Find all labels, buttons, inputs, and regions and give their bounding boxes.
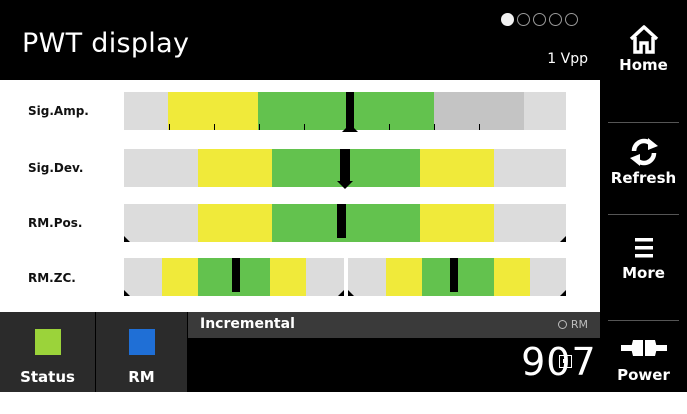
status-indicator bbox=[34, 329, 61, 355]
zone-yellow bbox=[168, 92, 258, 130]
rm-status: RM bbox=[557, 318, 588, 331]
scale-tick bbox=[389, 124, 390, 130]
zone-yellow bbox=[386, 258, 422, 296]
zone-gray bbox=[124, 204, 198, 242]
scale-tick bbox=[479, 124, 480, 130]
page-dot-3[interactable] bbox=[533, 13, 546, 26]
cursor-marker-icon bbox=[337, 181, 353, 189]
zone-green bbox=[458, 258, 494, 296]
zone-green bbox=[352, 92, 434, 130]
rm-pos-gauge bbox=[124, 204, 566, 242]
sig-dev-gauge bbox=[124, 149, 566, 189]
zone-gray bbox=[524, 92, 566, 130]
scale-tick bbox=[259, 124, 260, 130]
power-label: Power bbox=[617, 366, 670, 384]
mode-label: Incremental bbox=[200, 316, 295, 332]
more-button[interactable]: More bbox=[600, 232, 687, 316]
rm-button[interactable]: RM bbox=[96, 312, 187, 392]
nav-divider bbox=[608, 320, 679, 321]
home-label: Home bbox=[619, 56, 668, 74]
refresh-button[interactable]: Refresh bbox=[600, 135, 687, 219]
nav-divider bbox=[608, 214, 679, 215]
rm-button-label: RM bbox=[128, 368, 155, 386]
cursor-marker-icon bbox=[342, 124, 358, 132]
zone-green bbox=[346, 149, 420, 187]
rm-circle-icon bbox=[557, 320, 567, 329]
row-label-sig-dev: Sig.Dev. bbox=[28, 161, 84, 175]
refresh-label: Refresh bbox=[610, 169, 677, 187]
zone-yellow bbox=[420, 204, 494, 242]
row-label-rm-pos: RM.Pos. bbox=[28, 216, 83, 230]
zone-yellow bbox=[420, 149, 494, 187]
page-dot-4[interactable] bbox=[549, 13, 562, 26]
power-plug-icon bbox=[620, 340, 667, 356]
rm-indicator bbox=[128, 329, 155, 355]
zone-green bbox=[258, 92, 348, 130]
refresh-icon bbox=[629, 138, 658, 166]
corner-marker-icon bbox=[560, 236, 566, 242]
zone-yellow bbox=[198, 204, 272, 242]
signal-unit: 1 Vpp bbox=[547, 51, 588, 67]
more-label: More bbox=[622, 264, 665, 282]
pwt-display-screen: PWT display 1 Vpp Sig.Amp. Sig.Dev. RM.P… bbox=[0, 0, 687, 392]
zone-green bbox=[272, 204, 346, 242]
zone-gray bbox=[124, 92, 168, 130]
menu-icon bbox=[634, 238, 653, 258]
page-indicator[interactable] bbox=[501, 13, 578, 26]
page-dot-2[interactable] bbox=[517, 13, 530, 26]
counter-unit-icon bbox=[559, 355, 572, 368]
page-dot-5[interactable] bbox=[565, 13, 578, 26]
zone-yellow bbox=[270, 258, 306, 296]
home-icon bbox=[629, 25, 658, 54]
zone-green bbox=[198, 258, 234, 296]
zone-gray bbox=[124, 149, 198, 187]
scale-tick bbox=[169, 124, 170, 130]
row-label-rm-zc: RM.ZC. bbox=[28, 271, 76, 285]
zone-yellow bbox=[198, 149, 272, 187]
zone-green bbox=[272, 149, 346, 187]
corner-marker-icon bbox=[124, 236, 130, 242]
zone-yellow bbox=[494, 258, 530, 296]
home-button[interactable]: Home bbox=[600, 22, 687, 106]
page-title: PWT display bbox=[22, 28, 190, 59]
zone-gray bbox=[494, 204, 566, 242]
corner-marker-icon bbox=[560, 290, 566, 296]
gauge-cursor bbox=[340, 149, 350, 183]
side-nav: Home Refresh More Power bbox=[600, 0, 687, 392]
status-button-label: Status bbox=[20, 368, 75, 386]
gauge-cursor bbox=[337, 204, 346, 238]
scale-tick bbox=[214, 124, 215, 130]
corner-marker-icon bbox=[124, 290, 130, 296]
scale-tick bbox=[304, 124, 305, 130]
corner-marker-icon bbox=[338, 290, 344, 296]
nav-divider bbox=[608, 122, 679, 123]
page-dot-1[interactable] bbox=[501, 13, 514, 26]
status-button[interactable]: Status bbox=[0, 312, 95, 392]
corner-marker-icon bbox=[348, 290, 354, 296]
rm-zc-gauge bbox=[124, 258, 566, 296]
zone-yellow bbox=[162, 258, 198, 296]
mode-bar: Incremental RM bbox=[188, 312, 600, 338]
gauge-cursor bbox=[232, 258, 240, 292]
rm-status-label: RM bbox=[570, 318, 588, 331]
sig-amp-gauge bbox=[124, 92, 566, 132]
power-button[interactable]: Power bbox=[600, 330, 687, 414]
row-label-sig-amp: Sig.Amp. bbox=[28, 104, 89, 118]
scale-tick bbox=[434, 124, 435, 130]
gauge-cursor bbox=[450, 258, 458, 292]
header-bar: PWT display 1 Vpp bbox=[0, 0, 600, 80]
zone-green bbox=[346, 204, 420, 242]
zone-gray bbox=[494, 149, 566, 187]
